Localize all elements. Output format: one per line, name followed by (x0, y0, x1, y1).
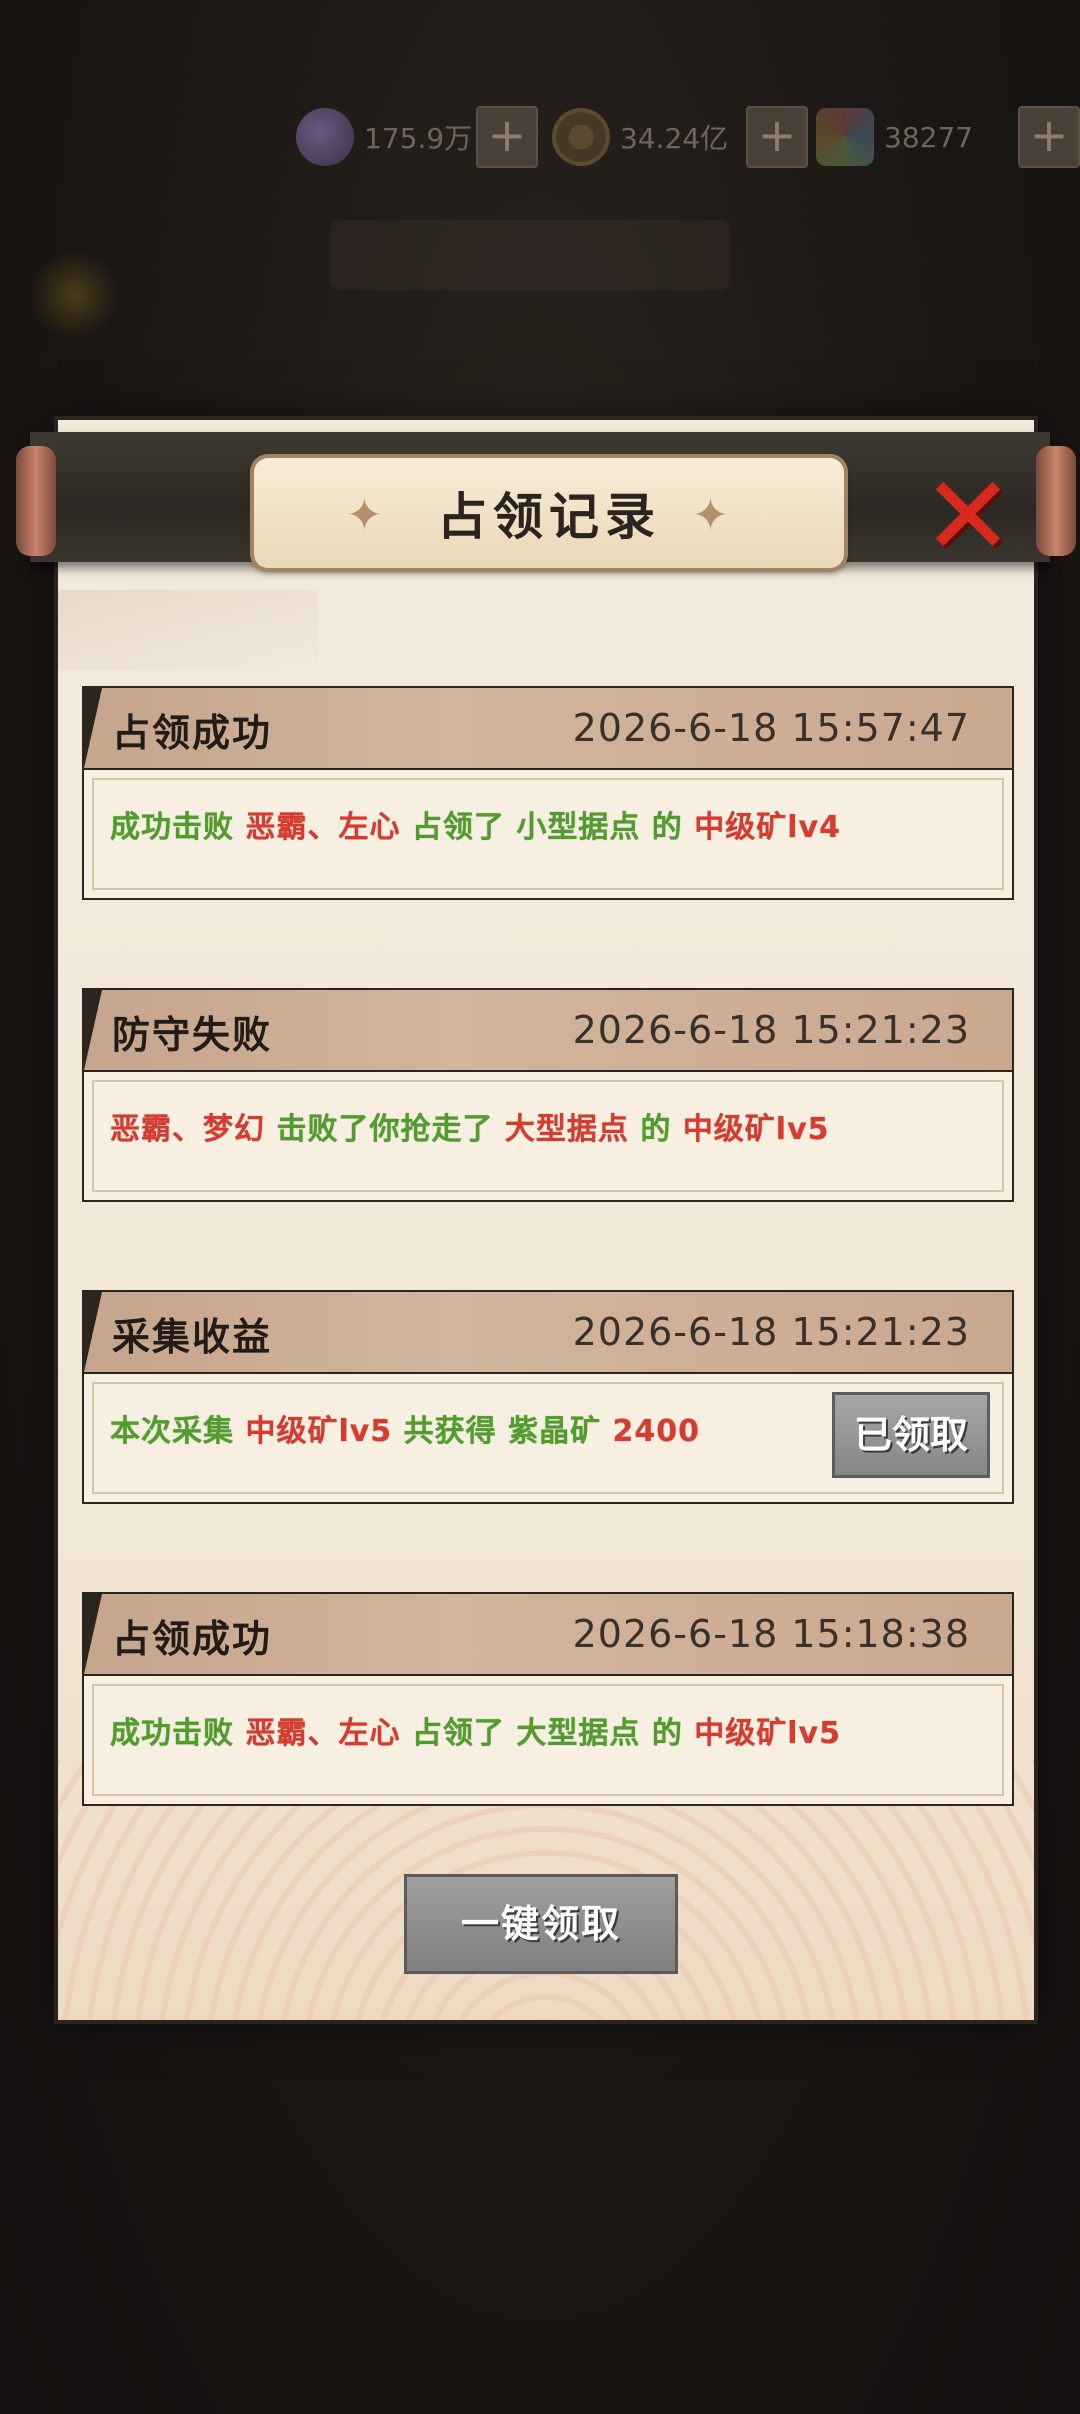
record-type: 占领成功 (112, 711, 273, 755)
msg-segment: 的 (651, 810, 695, 845)
record-card: 防守失败 2026-6-18 15:21:23 恶霸、梦幻 击败了你抢走了 大型… (82, 988, 1014, 1202)
msg-segment: 2400 (612, 1414, 701, 1449)
record-message: 成功击败 恶霸、左心 占领了 小型据点 的 中级矿lv4 (110, 802, 841, 846)
close-icon[interactable]: ✕ (918, 461, 1018, 571)
msg-segment: 占领了 小型据点 (411, 810, 652, 845)
add-purple-crystal-button[interactable]: + (476, 106, 538, 168)
resource-value: 38277 (884, 120, 974, 154)
msg-segment: 中级矿lv5 (682, 1112, 830, 1147)
msg-segment: 占领了 (411, 1716, 517, 1751)
record-card: 占领成功 2026-6-18 15:57:47 成功击败 恶霸、左心 占领了 小… (82, 686, 1014, 900)
background-orb (30, 250, 120, 340)
msg-segment: 中级矿lv4 (694, 810, 841, 845)
dialog-title: 占领记录 (437, 488, 661, 546)
shuriken-icon: ✦ (692, 490, 729, 541)
scroll-roll-right (1036, 446, 1076, 556)
msg-segment: 本次采集 (110, 1414, 246, 1449)
record-card: 占领成功 2026-6-18 15:18:38 成功击败 恶霸、左心 占领了 大… (82, 1592, 1014, 1806)
record-message: 本次采集 中级矿lv5 共获得 紫晶矿 2400 (110, 1406, 700, 1450)
record-message: 成功击败 恶霸、左心 占领了 大型据点 的 中级矿lv5 (110, 1708, 841, 1752)
record-type: 占领成功 (112, 1617, 273, 1661)
record-time: 2026-6-18 15:21:23 (572, 1310, 970, 1354)
add-gem-button[interactable]: + (1018, 106, 1080, 168)
record-card: 采集收益 2026-6-18 15:21:23 本次采集 中级矿lv5 共获得 … (82, 1290, 1014, 1504)
coin-icon (552, 108, 610, 166)
msg-segment: 击败了你抢走了 (276, 1112, 505, 1147)
background-banner (330, 220, 730, 290)
record-message: 恶霸、梦幻 击败了你抢走了 大型据点 的 中级矿lv5 (110, 1104, 830, 1148)
msg-segment: 成功击败 (110, 1716, 246, 1751)
record-header: 防守失败 2026-6-18 15:21:23 (84, 990, 1012, 1072)
scroll-roll-left (16, 446, 56, 556)
msg-segment: 的 (640, 1112, 683, 1147)
msg-segment: 大型据点 (504, 1112, 641, 1147)
msg-segment: 恶霸、左心 (245, 810, 412, 845)
msg-segment: 中级矿lv5 (245, 1414, 404, 1449)
resource-coin: 34.24亿 (552, 100, 730, 174)
title-plate: 占领记录 (254, 458, 844, 568)
record-type: 防守失败 (112, 1013, 273, 1057)
record-body: 恶霸、梦幻 击败了你抢走了 大型据点 的 中级矿lv5 (92, 1080, 1004, 1192)
msg-segment: 的 (651, 1716, 695, 1751)
resource-bar: 175.9万 + 34.24亿 + 38277 + (0, 100, 1080, 174)
msg-segment: 大型据点 (516, 1716, 652, 1751)
resource-gem: 38277 (816, 100, 994, 174)
record-body: 成功击败 恶霸、左心 占领了 小型据点 的 中级矿lv4 (92, 778, 1004, 890)
record-body: 成功击败 恶霸、左心 占领了 大型据点 的 中级矿lv5 (92, 1684, 1004, 1796)
resource-value: 34.24亿 (620, 122, 729, 155)
msg-segment: 成功击败 (110, 810, 246, 845)
record-header: 占领成功 2026-6-18 15:57:47 (84, 688, 1012, 770)
shuriken-icon: ✦ (346, 490, 383, 541)
record-header: 占领成功 2026-6-18 15:18:38 (84, 1594, 1012, 1676)
msg-segment: 恶霸、梦幻 (110, 1112, 277, 1147)
resource-purple-crystal: 175.9万 (296, 100, 474, 174)
record-time: 2026-6-18 15:21:23 (572, 1008, 970, 1052)
resource-value: 175.9万 (364, 122, 473, 155)
record-type: 采集收益 (112, 1315, 273, 1359)
msg-segment: 恶霸、左心 (245, 1716, 412, 1751)
record-header: 采集收益 2026-6-18 15:21:23 (84, 1292, 1012, 1374)
record-time: 2026-6-18 15:57:47 (572, 706, 970, 750)
gem-icon (816, 108, 874, 166)
add-coin-button[interactable]: + (746, 106, 808, 168)
claimed-button[interactable]: 已领取 (832, 1392, 990, 1478)
record-time: 2026-6-18 15:18:38 (572, 1612, 970, 1656)
msg-segment: 共获得 紫晶矿 (403, 1414, 613, 1449)
claim-all-button[interactable]: 一键领取 (404, 1874, 678, 1974)
msg-segment: 中级矿lv5 (694, 1716, 841, 1751)
purple-crystal-icon (296, 108, 354, 166)
